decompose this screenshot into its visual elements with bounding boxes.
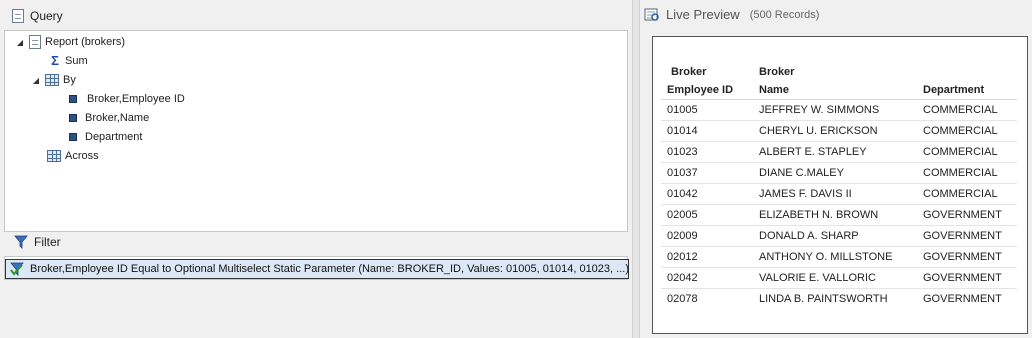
filter-title: Filter: [34, 235, 61, 249]
cell-name: JEFFREY W. SIMMONS: [753, 99, 917, 121]
field-label: Department: [85, 131, 143, 143]
cell-department: GOVERNMENT: [917, 246, 1017, 268]
header-line: Name: [759, 84, 789, 96]
cell-department: COMMERCIAL: [917, 162, 1017, 184]
report-icon: [29, 35, 41, 49]
filter-list: Broker,Employee ID Equal to Optional Mul…: [4, 256, 629, 280]
header-line: Employee ID: [667, 84, 734, 96]
query-title: Query: [30, 9, 63, 23]
cell-employee-id: 02078: [661, 288, 753, 310]
cell-employee-id: 02009: [661, 225, 753, 247]
cell-employee-id: 01037: [661, 162, 753, 184]
cell-name: VALORIE E. VALLORIC: [753, 267, 917, 289]
tree-node-by[interactable]: ◢ By: [31, 71, 76, 89]
filter-item-label: Broker,Employee ID Equal to Optional Mul…: [30, 263, 629, 275]
cell-department: COMMERCIAL: [917, 99, 1017, 121]
cell-name: ALBERT E. STAPLEY: [753, 141, 917, 163]
header-line: Broker: [671, 66, 707, 78]
header-line: Broker: [759, 66, 795, 78]
tree-node-field[interactable]: Broker,Employee ID: [69, 90, 185, 108]
preview-title: Live Preview: [666, 7, 740, 22]
tree-node-field[interactable]: Department: [69, 128, 142, 146]
report-label: Report (brokers): [45, 36, 126, 48]
cell-name: CHERYL U. ERICKSON: [753, 120, 917, 142]
collapse-icon[interactable]: ◢: [15, 37, 25, 47]
record-count: (500 Records): [749, 8, 820, 21]
cell-department: COMMERCIAL: [917, 141, 1017, 163]
filter-check-icon: [10, 262, 24, 276]
field-icon: [69, 114, 77, 122]
header-line: Department: [923, 84, 985, 96]
field-label: Broker,Name: [85, 112, 150, 124]
tree-node-sum[interactable]: Σ Sum: [49, 52, 88, 70]
panel-splitter[interactable]: [632, 0, 640, 338]
sigma-icon: Σ: [51, 53, 59, 68]
tree-node-report[interactable]: ◢ Report (brokers): [15, 33, 125, 51]
table-row: 01014 CHERYL U. ERICKSON COMMERCIAL: [661, 120, 1017, 142]
filter-item[interactable]: Broker,Employee ID Equal to Optional Mul…: [5, 259, 629, 279]
cell-department: GOVERNMENT: [917, 225, 1017, 247]
table-row: 01037 DIANE C.MALEY COMMERCIAL: [661, 162, 1017, 184]
collapse-icon[interactable]: ◢: [31, 75, 41, 85]
query-tree: ◢ Report (brokers) Σ Sum ◢ By Broker,Emp…: [4, 30, 628, 232]
cell-employee-id: 02005: [661, 204, 753, 226]
field-icon: [69, 133, 77, 141]
cell-employee-id: 01014: [661, 120, 753, 142]
filter-header: Filter: [14, 235, 61, 249]
table-row: 01005 JEFFREY W. SIMMONS COMMERCIAL: [661, 99, 1017, 121]
preview-icon: [644, 8, 659, 21]
grid-icon: [47, 150, 61, 162]
cell-name: DIANE C.MALEY: [753, 162, 917, 184]
table-row: 01042 JAMES F. DAVIS II COMMERCIAL: [661, 183, 1017, 205]
column-header-name: Broker Name: [753, 63, 917, 100]
grid-icon: [45, 74, 59, 86]
query-icon: [12, 9, 24, 23]
by-label: By: [63, 74, 76, 86]
preview-table: Broker Employee ID Broker Name Departmen…: [661, 63, 1017, 310]
cell-department: GOVERNMENT: [917, 288, 1017, 310]
cell-name: DONALD A. SHARP: [753, 225, 917, 247]
table-row: 02078 LINDA B. PAINTSWORTH GOVERNMENT: [661, 288, 1017, 310]
live-preview-panel: Live Preview (500 Records) Broker Employ…: [640, 0, 1032, 338]
cell-name: ELIZABETH N. BROWN: [753, 204, 917, 226]
table-row: 01023 ALBERT E. STAPLEY COMMERCIAL: [661, 141, 1017, 163]
preview-header: Live Preview (500 Records): [644, 7, 819, 22]
query-header: Query: [12, 9, 63, 23]
table-row: 02009 DONALD A. SHARP GOVERNMENT: [661, 225, 1017, 247]
column-header-department: Department: [917, 63, 1017, 100]
table-row: 02012 ANTHONY O. MILLSTONE GOVERNMENT: [661, 246, 1017, 268]
query-panel: Query ◢ Report (brokers) Σ Sum ◢ By Brok…: [0, 0, 632, 338]
cell-department: COMMERCIAL: [917, 120, 1017, 142]
cell-employee-id: 01042: [661, 183, 753, 205]
table-row: 02005 ELIZABETH N. BROWN GOVERNMENT: [661, 204, 1017, 226]
cell-name: JAMES F. DAVIS II: [753, 183, 917, 205]
tree-node-across[interactable]: Across: [47, 147, 99, 165]
preview-report: Broker Employee ID Broker Name Departmen…: [652, 36, 1028, 334]
column-header-employee-id: Broker Employee ID: [661, 63, 753, 100]
cell-department: GOVERNMENT: [917, 204, 1017, 226]
across-label: Across: [65, 150, 99, 162]
cell-employee-id: 02012: [661, 246, 753, 268]
funnel-icon: [14, 235, 28, 249]
field-icon: [69, 95, 77, 103]
cell-employee-id: 01005: [661, 99, 753, 121]
cell-department: COMMERCIAL: [917, 183, 1017, 205]
field-label: Broker,Employee ID: [87, 93, 185, 105]
cell-employee-id: 01023: [661, 141, 753, 163]
tree-node-field[interactable]: Broker,Name: [69, 109, 149, 127]
cell-name: LINDA B. PAINTSWORTH: [753, 288, 917, 310]
table-row: 02042 VALORIE E. VALLORIC GOVERNMENT: [661, 267, 1017, 289]
cell-name: ANTHONY O. MILLSTONE: [753, 246, 917, 268]
cell-department: GOVERNMENT: [917, 267, 1017, 289]
sum-label: Sum: [65, 55, 88, 67]
cell-employee-id: 02042: [661, 267, 753, 289]
